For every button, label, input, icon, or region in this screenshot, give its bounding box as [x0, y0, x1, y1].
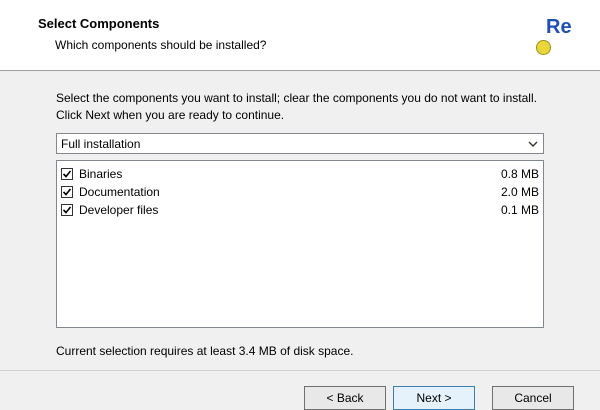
back-button[interactable]: < Back — [304, 386, 386, 410]
checkbox-binaries[interactable] — [61, 168, 73, 180]
checkmark-icon — [62, 188, 72, 196]
component-label: Documentation — [79, 185, 160, 199]
checkbox-documentation[interactable] — [61, 186, 73, 198]
disk-space-note: Current selection requires at least 3.4 … — [56, 344, 354, 358]
component-label: Developer files — [79, 203, 159, 217]
install-type-dropdown[interactable]: Full installation — [56, 133, 544, 154]
components-list: Binaries 0.8 MB Documentation 2.0 MB Dev… — [56, 160, 544, 328]
instructions-text: Select the components you want to instal… — [56, 91, 537, 122]
install-type-value: Full installation — [61, 137, 141, 151]
wizard-header: Select Components Which components shoul… — [0, 0, 600, 71]
page-subtitle: Which components should be installed? — [55, 38, 267, 52]
checkmark-icon — [62, 206, 72, 214]
component-size: 0.8 MB — [500, 167, 539, 181]
component-label: Binaries — [79, 167, 123, 181]
app-logo: Re — [532, 14, 580, 58]
checkbox-developer-files[interactable] — [61, 204, 73, 216]
component-row-developer-files[interactable]: Developer files 0.1 MB — [61, 201, 539, 219]
chevron-down-icon[interactable] — [524, 135, 541, 152]
page-title: Select Components — [38, 16, 160, 31]
cancel-button[interactable]: Cancel — [492, 386, 574, 410]
footer-divider — [0, 370, 600, 371]
logo-dot-icon — [536, 40, 551, 55]
next-button[interactable]: Next > — [393, 386, 475, 410]
checkmark-icon — [62, 170, 72, 178]
component-size: 2.0 MB — [500, 185, 539, 199]
component-row-binaries[interactable]: Binaries 0.8 MB — [61, 165, 539, 183]
component-size: 0.1 MB — [500, 203, 539, 217]
logo-text: Re — [546, 16, 572, 38]
component-row-documentation[interactable]: Documentation 2.0 MB — [61, 183, 539, 201]
